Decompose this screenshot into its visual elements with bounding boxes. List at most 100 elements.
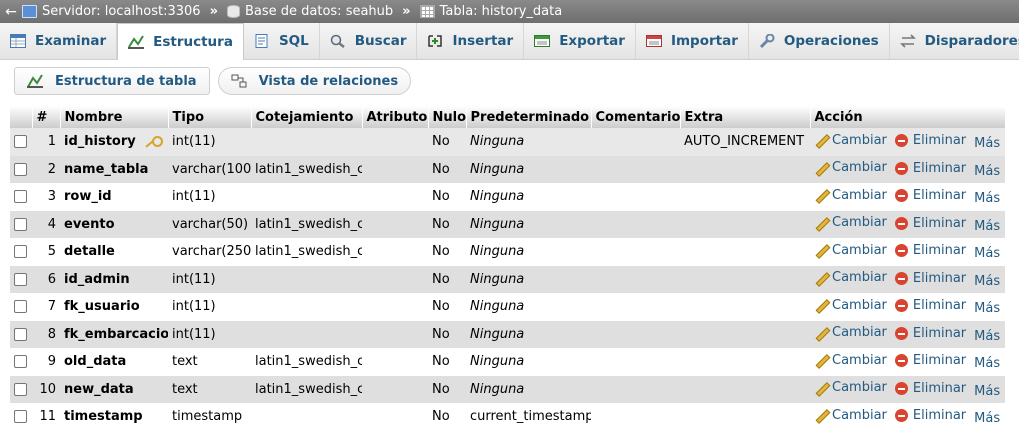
change-button[interactable]: Cambiar [814, 133, 887, 148]
more-button[interactable]: Más [974, 356, 1000, 371]
drop-button[interactable]: Eliminar [894, 243, 966, 258]
structure-view-button[interactable]: Estructura de tabla [14, 67, 210, 95]
breadcrumb-server[interactable]: Servidor: localhost:3306 [22, 4, 201, 19]
column-default: Ninguna [466, 293, 591, 321]
more-button[interactable]: Más [974, 219, 1000, 234]
row-checkbox[interactable] [14, 190, 27, 204]
drop-button[interactable]: Eliminar [894, 188, 966, 203]
breadcrumb-table[interactable]: Tabla: history_data [419, 4, 562, 19]
row-checkbox[interactable] [14, 382, 27, 396]
tab-buscar[interactable]: Buscar [320, 23, 418, 59]
row-checkbox[interactable] [14, 245, 27, 259]
row-checkbox[interactable] [14, 162, 27, 176]
column-attributes [362, 320, 428, 348]
column-type: varchar(250) [168, 238, 251, 266]
more-button[interactable]: Más [974, 191, 1000, 206]
drop-button[interactable]: Eliminar [894, 298, 966, 313]
change-button[interactable]: Cambiar [814, 270, 887, 285]
column-comments [591, 348, 680, 376]
pencil-icon [814, 408, 828, 422]
server-icon [22, 5, 37, 18]
drop-button[interactable]: Eliminar [894, 353, 966, 368]
row-number: 8 [32, 320, 60, 348]
row-number: 6 [32, 265, 60, 293]
row-checkbox[interactable] [14, 300, 27, 314]
change-button[interactable]: Cambiar [814, 325, 887, 340]
change-button[interactable]: Cambiar [814, 215, 887, 230]
change-button[interactable]: Cambiar [814, 408, 887, 423]
drop-button[interactable]: Eliminar [894, 326, 966, 341]
change-button[interactable]: Cambiar [814, 353, 887, 368]
change-button[interactable]: Cambiar [814, 160, 887, 175]
change-button[interactable]: Cambiar [814, 188, 887, 203]
pencil-icon [814, 353, 828, 367]
column-null: No [428, 210, 466, 238]
breadcrumb-separator: » [209, 4, 218, 19]
change-button[interactable]: Cambiar [814, 243, 887, 258]
export-icon [534, 34, 551, 48]
row-checkbox-cell [10, 183, 32, 211]
row-number: 10 [32, 375, 60, 403]
column-name: evento [64, 216, 115, 232]
delete-icon [894, 134, 908, 147]
more-button[interactable]: Más [974, 301, 1000, 316]
drop-button[interactable]: Eliminar [894, 161, 966, 176]
pencil-icon [814, 271, 828, 285]
more-button[interactable]: Más [974, 246, 1000, 261]
tab-examinar[interactable]: Examinar [0, 23, 118, 59]
drop-button[interactable]: Eliminar [894, 216, 966, 231]
relation-view-button[interactable]: Vista de relaciones [217, 67, 412, 95]
more-button[interactable]: Más [974, 411, 1000, 426]
header-attributes[interactable]: Atributos [362, 106, 429, 128]
drop-button[interactable]: Eliminar [894, 271, 966, 286]
tab-operaciones[interactable]: Operaciones [749, 23, 890, 59]
column-default: Ninguna [466, 155, 591, 183]
delete-icon [894, 354, 908, 367]
header-name[interactable]: Nombre [60, 106, 169, 128]
change-button[interactable]: Cambiar [814, 298, 887, 313]
pencil-icon [814, 133, 828, 147]
row-checkbox-cell [10, 265, 32, 293]
drop-button[interactable]: Eliminar [894, 133, 966, 148]
row-number: 1 [32, 128, 60, 156]
more-button[interactable]: Más [974, 329, 1000, 344]
delete-icon [894, 244, 908, 257]
import-icon [645, 34, 662, 48]
tab-importar[interactable]: Importar [636, 23, 749, 59]
column-type: int(11) [168, 293, 251, 321]
back-arrow-icon[interactable]: ← [0, 0, 22, 23]
more-button[interactable]: Más [974, 274, 1000, 289]
row-checkbox[interactable] [14, 272, 27, 286]
header-null[interactable]: Nulo [428, 106, 467, 128]
header-comments[interactable]: Comentarios [591, 106, 681, 128]
more-button[interactable]: Más [974, 164, 1000, 179]
header-extra[interactable]: Extra [680, 106, 811, 128]
drop-button[interactable]: Eliminar [894, 381, 966, 396]
tab-exportar[interactable]: Exportar [524, 23, 636, 59]
tab-sql[interactable]: SQL [244, 23, 320, 59]
column-name: old_data [64, 354, 127, 370]
header-collation[interactable]: Cotejamiento [251, 106, 363, 128]
column-extra [680, 155, 810, 183]
row-checkbox[interactable] [14, 327, 27, 341]
more-button[interactable]: Más [974, 136, 1000, 151]
more-button[interactable]: Más [974, 384, 1000, 399]
tab-disparadores[interactable]: Disparadores [890, 23, 1019, 59]
row-checkbox[interactable] [14, 355, 27, 369]
row-checkbox[interactable] [14, 135, 27, 149]
row-checkbox[interactable] [14, 217, 27, 231]
column-null: No [428, 403, 466, 431]
tab-insertar[interactable]: Insertar [417, 23, 525, 59]
drop-button[interactable]: Eliminar [894, 408, 966, 423]
breadcrumb-database[interactable]: Base de datos: seahub [226, 4, 393, 19]
column-attributes [362, 403, 428, 431]
pencil-icon [814, 243, 828, 257]
tab-estructura[interactable]: Estructura [117, 23, 244, 60]
header-type[interactable]: Tipo [168, 106, 252, 128]
column-attributes [362, 348, 428, 376]
row-checkbox[interactable] [14, 410, 27, 424]
change-button[interactable]: Cambiar [814, 380, 887, 395]
column-null: No [428, 375, 466, 403]
header-default[interactable]: Predeterminado [466, 106, 592, 128]
row-actions: Cambiar Eliminar Más [810, 210, 1005, 238]
